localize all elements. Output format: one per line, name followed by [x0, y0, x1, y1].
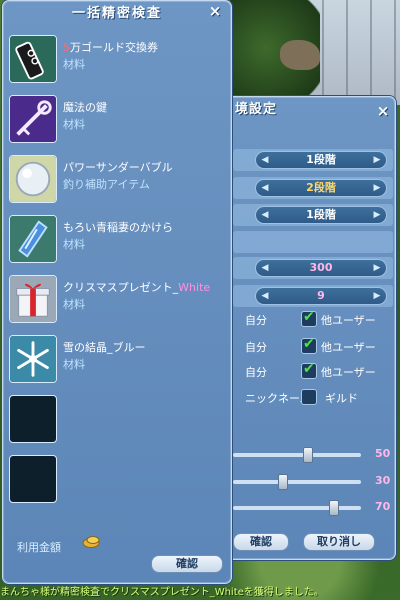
guild-label: ギルド	[325, 392, 358, 405]
environment-settings-window: 境設定 × ◀ 1段階 ▶ ◀ 2段階 ▶ ◀ 1段階 ▶ ◀ 300 ▶ ◀ …	[218, 96, 396, 560]
other-user-checkbox[interactable]: ✔	[301, 336, 317, 354]
stepper-value: 1段階	[306, 153, 336, 166]
system-message: まんちゃ様が精密検査でクリスマスプレゼント_Whiteを獲得しました。	[0, 587, 324, 598]
slider-value: 50	[375, 447, 391, 460]
guild-checkbox[interactable]	[301, 389, 317, 405]
item-name: もろい青稲妻のかけら	[63, 221, 173, 234]
snow-crystal-icon	[9, 335, 57, 383]
item-category: 材料	[63, 238, 85, 251]
other-user-label: 他ユーザー	[321, 341, 376, 354]
stepper-value: 1段階	[306, 208, 336, 221]
item-category: 材料	[63, 118, 85, 131]
item-category: 材料	[63, 58, 85, 71]
arrow-right-icon[interactable]: ▶	[370, 260, 384, 276]
arrow-left-icon[interactable]: ◀	[258, 152, 272, 168]
self-label: 自分	[245, 314, 267, 327]
inspect-title: 一括精密検査	[71, 6, 162, 21]
display-check-row: 自分 ✔ 他ユーザー	[233, 309, 393, 331]
arrow-right-icon[interactable]: ▶	[370, 288, 384, 304]
name-display-row: ニックネーム ギルド	[233, 387, 393, 409]
volume-slider-1[interactable]	[233, 447, 361, 463]
checkmark-icon: ✔	[303, 361, 315, 377]
slider-value: 30	[375, 474, 391, 487]
stepper-value: 9	[317, 289, 325, 302]
self-label: 自分	[245, 366, 267, 379]
inspect-item[interactable]: クリスマスプレゼント_White 材料	[9, 275, 227, 331]
other-user-label: 他ユーザー	[321, 366, 376, 379]
empty-item-slot[interactable]	[9, 455, 57, 503]
item-category: 材料	[63, 358, 85, 371]
arrow-right-icon[interactable]: ▶	[370, 207, 384, 223]
checkmark-icon: ✔	[303, 336, 315, 352]
blue-lightning-shard-icon	[9, 215, 57, 263]
inspect-item[interactable]: 5万ゴールド交換券 材料	[9, 35, 227, 91]
christmas-present-icon	[9, 275, 57, 323]
arrow-right-icon[interactable]: ▶	[370, 180, 384, 196]
other-user-checkbox[interactable]: ✔	[301, 309, 317, 327]
item-category: 釣り補助アイテム	[63, 178, 150, 191]
item-category: 材料	[63, 298, 85, 311]
arrow-left-icon[interactable]: ◀	[258, 207, 272, 223]
empty-item-slot[interactable]	[9, 395, 57, 443]
thunder-bubble-icon	[9, 155, 57, 203]
other-user-label: 他ユーザー	[321, 314, 376, 327]
item-name: 雪の結晶_ブルー	[63, 341, 146, 354]
self-label: 自分	[245, 341, 267, 354]
inspect-item[interactable]: 雪の結晶_ブルー 材料	[9, 335, 227, 391]
level-stepper-1[interactable]: ◀ 1段階 ▶	[255, 151, 387, 169]
arrow-right-icon[interactable]: ▶	[370, 152, 384, 168]
arrow-left-icon[interactable]: ◀	[258, 260, 272, 276]
inspect-item[interactable]: 魔法の鍵 材料	[9, 95, 227, 151]
slider-knob[interactable]	[303, 447, 314, 463]
gold-voucher-icon	[9, 35, 57, 83]
fee-label: 利用金額	[17, 541, 61, 554]
item-name: クリスマスプレゼント_White	[63, 281, 211, 294]
slider-value: 70	[375, 500, 391, 513]
other-user-checkbox[interactable]: ✔	[301, 361, 317, 379]
item-name: パワーサンダーバブル	[63, 161, 173, 174]
display-check-row: 自分 ✔ 他ユーザー	[233, 336, 393, 358]
settings-close-icon[interactable]: ×	[375, 103, 391, 119]
inspect-item[interactable]: パワーサンダーバブル 釣り補助アイテム	[9, 155, 227, 211]
stepper-value: 2段階	[306, 181, 336, 194]
rock	[280, 40, 320, 70]
level-stepper-2[interactable]: ◀ 2段階 ▶	[255, 179, 387, 197]
count-stepper-1[interactable]: ◀ 300 ▶	[255, 259, 387, 277]
magic-key-icon	[9, 95, 57, 143]
arrow-left-icon[interactable]: ◀	[258, 180, 272, 196]
count-stepper-2[interactable]: ◀ 9 ▶	[255, 287, 387, 305]
settings-row-blank	[233, 231, 393, 253]
item-name: 魔法の鍵	[63, 101, 107, 114]
slider-knob[interactable]	[277, 474, 288, 490]
arrow-left-icon[interactable]: ◀	[258, 288, 272, 304]
slider-knob[interactable]	[328, 500, 339, 516]
level-stepper-3[interactable]: ◀ 1段階 ▶	[255, 206, 387, 224]
stepper-value: 300	[309, 261, 333, 274]
settings-cancel-button[interactable]: 取り消し	[303, 533, 375, 551]
item-name: 5万ゴールド交換券	[63, 41, 158, 54]
inspect-confirm-button[interactable]: 確認	[151, 555, 223, 573]
volume-slider-3[interactable]	[233, 500, 361, 516]
bulk-inspect-window: 一括精密検査 × 5万ゴールド交換券 材料 魔法の鍵 材料 パワーサンダーバブル…	[2, 0, 232, 584]
checkmark-icon: ✔	[303, 309, 315, 325]
inspect-close-icon[interactable]: ×	[207, 3, 223, 19]
settings-title: 境設定	[235, 102, 278, 117]
volume-slider-2[interactable]	[233, 474, 361, 490]
inspect-item[interactable]: もろい青稲妻のかけら 材料	[9, 215, 227, 271]
display-check-row: 自分 ✔ 他ユーザー	[233, 361, 393, 383]
settings-confirm-button[interactable]: 確認	[233, 533, 289, 551]
gold-coin-icon	[81, 535, 101, 549]
